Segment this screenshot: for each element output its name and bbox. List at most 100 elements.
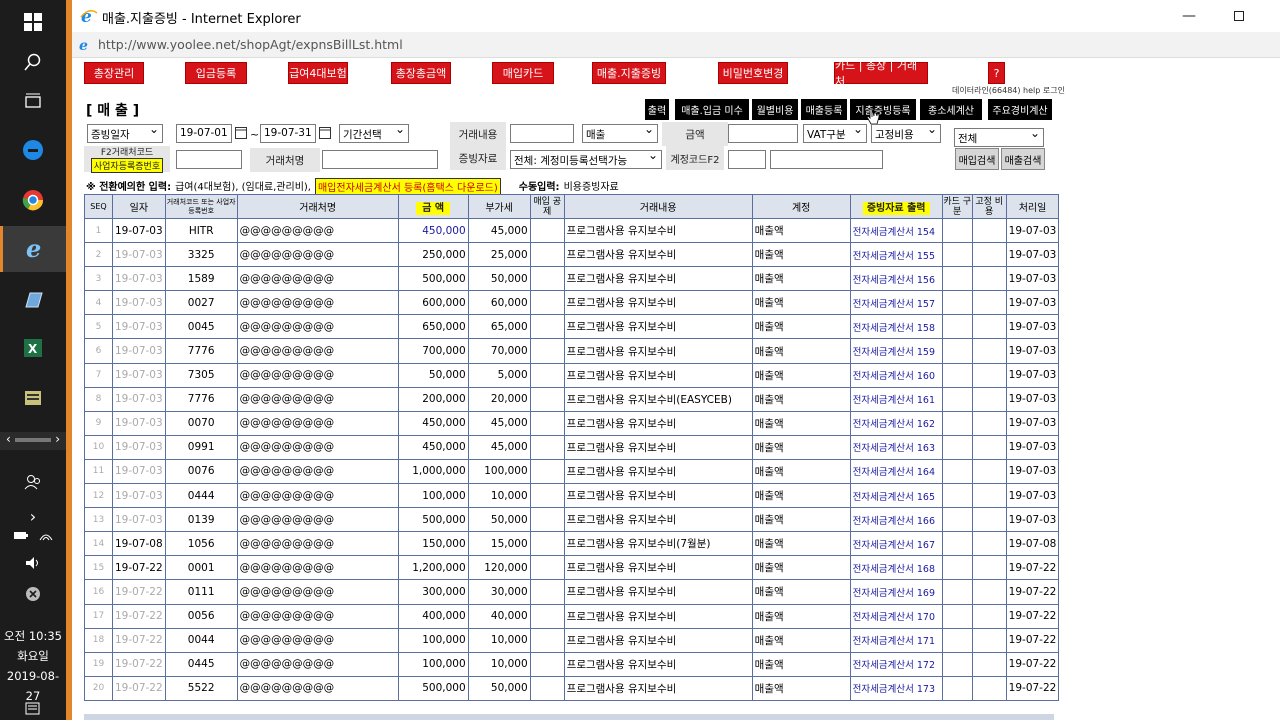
cell-evidence-link[interactable]: 전자세금계산서 169 xyxy=(849,579,943,605)
taskbar-chrome[interactable] xyxy=(0,178,66,222)
print-button[interactable]: 출력 xyxy=(645,99,669,120)
cell-evidence-link[interactable]: 전자세금계산서 158 xyxy=(849,314,943,340)
trade-content-input[interactable] xyxy=(510,124,574,143)
table-row[interactable]: 11 19-07-03 0076 @@@@@@@@@ 1,000,000 100,000 프… xyxy=(84,458,1060,485)
taskbar-app-other[interactable] xyxy=(0,376,66,420)
address-bar[interactable]: e http://www.yoolee.net/shopAgt/expnsBil… xyxy=(72,32,1280,58)
col-code[interactable]: 거래처코드 또는 사업자등록번호 xyxy=(164,194,238,219)
menu-deposit-register[interactable]: 입금등록 xyxy=(185,62,247,84)
cell-evidence-link[interactable]: 전자세금계산서 173 xyxy=(849,675,943,701)
col-card-type[interactable]: 카드 구분 xyxy=(941,194,973,219)
menu-store-admin[interactable]: 총장관리 xyxy=(84,62,144,84)
col-fixed-cost[interactable]: 고정 비용 xyxy=(971,194,1007,219)
table-row[interactable]: 17 19-07-22 0056 @@@@@@@@@ 400,000 40,000 프로그램… xyxy=(84,603,1060,629)
table-row[interactable]: 3 19-07-03 1589 @@@@@@@@@ 500,000 50,000 프로그램사… xyxy=(84,266,1060,292)
period-select[interactable]: 기간선택 xyxy=(339,124,409,143)
cell-evidence-link[interactable]: 전자세금계산서 154 xyxy=(849,217,943,244)
table-row[interactable]: 16 19-07-22 0111 @@@@@@@@@ 300,000 30,000 프로그램… xyxy=(84,579,1060,605)
menu-store-total[interactable]: 총장총금액 xyxy=(391,62,451,84)
menu-purchase-card[interactable]: 매입카드 xyxy=(492,62,554,84)
sales-search-button[interactable]: 매출검색 xyxy=(1001,148,1045,170)
cell-evidence-link[interactable]: 전자세금계산서 156 xyxy=(849,266,943,292)
scroll-left-icon[interactable]: ‹ xyxy=(6,432,11,450)
cell-evidence-link[interactable]: 전자세금계산서 170 xyxy=(849,603,943,629)
menu-payroll[interactable]: 급여4대보험 xyxy=(288,62,348,84)
table-row[interactable]: 18 19-07-22 0044 @@@@@@@@@ 100,000 10,000 프로그램… xyxy=(84,627,1060,653)
all-select[interactable]: 전체 xyxy=(954,128,1044,147)
expense-evidence-register-button[interactable]: 지출증빙등록 xyxy=(850,99,916,120)
table-row[interactable]: 19 19-07-22 0445 @@@@@@@@@ 100,000 10,000 프로그램… xyxy=(84,651,1060,677)
cell-evidence-link[interactable]: 전자세금계산서 172 xyxy=(849,651,943,677)
partner-code-input[interactable] xyxy=(176,150,242,169)
cell-evidence-link[interactable]: 전자세금계산서 162 xyxy=(849,410,943,436)
cell-evidence-link[interactable]: 전자세금계산서 165 xyxy=(849,483,943,509)
biz-number-label[interactable]: 사업자등록증번호 xyxy=(90,158,164,173)
table-row[interactable]: 4 19-07-03 0027 @@@@@@@@@ 600,000 60,000 프로그램사… xyxy=(84,290,1060,316)
cell-evidence-link[interactable]: 전자세금계산서 166 xyxy=(849,507,943,533)
maximize-button[interactable] xyxy=(1216,0,1262,32)
sales-type-select[interactable]: 매출 xyxy=(582,124,658,143)
receivable-button[interactable]: 매출.입금 미수 xyxy=(675,99,749,120)
action-center-button[interactable] xyxy=(0,698,66,720)
fixed-cost-select[interactable]: 고정비용 xyxy=(871,124,941,143)
date-from-input[interactable]: 19-07-01 xyxy=(176,124,232,143)
network-icon[interactable] xyxy=(38,528,54,542)
income-tax-calc-button[interactable]: 종소세계산 xyxy=(920,99,982,120)
table-row[interactable]: 12 19-07-03 0444 @@@@@@@@@ 100,000 10,000 프로그램… xyxy=(84,483,1060,509)
table-row[interactable]: 13 19-07-03 0139 @@@@@@@@@ 500,000 50,000 프로그램… xyxy=(84,507,1060,533)
notification-close-button[interactable] xyxy=(0,578,66,610)
table-row[interactable]: 20 19-07-22 5522 @@@@@@@@@ 500,000 50,000 프로그램… xyxy=(84,675,1060,701)
taskbar-edge[interactable] xyxy=(0,128,66,172)
cell-evidence-link[interactable]: 전자세금계산서 167 xyxy=(849,531,943,557)
title-bar[interactable]: e 매출.지출증빙 - Internet Explorer — xyxy=(72,0,1280,32)
login-info[interactable]: 데이터라인(66484) help 로그인 xyxy=(952,85,1065,96)
table-row[interactable]: 5 19-07-03 0045 @@@@@@@@@ 650,000 65,000 프로그램사… xyxy=(84,314,1060,340)
amount-input[interactable] xyxy=(728,124,798,143)
menu-card-store-partner[interactable]: 카드 | 총장 | 거래처 xyxy=(834,59,928,88)
monthly-cost-button[interactable]: 월별비용 xyxy=(752,99,798,120)
date-type-select[interactable]: 증빙일자 xyxy=(87,124,163,143)
taskbar-app-notes[interactable] xyxy=(0,278,66,322)
cell-evidence-link[interactable]: 전자세금계산서 160 xyxy=(849,362,943,388)
horizontal-scrollbar[interactable] xyxy=(84,714,1054,720)
taskbar-excel[interactable]: X xyxy=(0,326,66,370)
cell-evidence-link[interactable]: 전자세금계산서 164 xyxy=(849,458,943,485)
cell-evidence-link[interactable]: 전자세금계산서 163 xyxy=(849,434,943,460)
col-partner-name[interactable]: 거래처명 xyxy=(236,194,399,219)
partner-name-input[interactable] xyxy=(322,150,438,169)
table-row[interactable]: 10 19-07-03 0991 @@@@@@@@@ 450,000 45,000 프로그램… xyxy=(84,434,1060,460)
taskbar-scroll[interactable]: ‹ › xyxy=(0,432,66,450)
col-account[interactable]: 계정 xyxy=(751,194,851,219)
cell-evidence-link[interactable]: 전자세금계산서 161 xyxy=(849,386,943,412)
vat-type-select[interactable]: VAT구분 xyxy=(803,124,867,143)
cell-evidence-link[interactable]: 전자세금계산서 171 xyxy=(849,627,943,653)
cell-evidence-link[interactable]: 전자세금계산서 155 xyxy=(849,242,943,268)
account-code-input[interactable] xyxy=(728,150,766,169)
col-seq[interactable]: SEQ xyxy=(84,194,113,219)
account-name-input[interactable] xyxy=(770,150,883,169)
table-row[interactable]: 2 19-07-03 3325 @@@@@@@@@ 250,000 25,000 프로그램사… xyxy=(84,242,1060,268)
purchase-search-button[interactable]: 매입검색 xyxy=(955,148,999,170)
table-row[interactable]: 9 19-07-03 0070 @@@@@@@@@ 450,000 45,000 프로그램사… xyxy=(84,410,1060,436)
etax-download-link[interactable]: 매입전자세금계산서 등록(홈택스 다운로드) xyxy=(314,178,501,195)
evidence-select[interactable]: 전체: 계정미등록선택가능 xyxy=(510,150,662,169)
cell-evidence-link[interactable]: 전자세금계산서 168 xyxy=(849,555,943,581)
date-to-input[interactable]: 19-07-31 xyxy=(260,124,316,143)
col-vat[interactable]: 부가세 xyxy=(467,194,531,219)
table-row[interactable]: 8 19-07-03 7776 @@@@@@@@@ 200,000 20,000 프로그램사… xyxy=(84,386,1060,412)
taskbar-scroll-thumb[interactable] xyxy=(14,438,52,442)
volume-button[interactable] xyxy=(0,546,66,580)
table-row[interactable]: 7 19-07-03 7305 @@@@@@@@@ 50,000 5,000 프로그램사용 … xyxy=(84,362,1060,388)
major-expense-calc-button[interactable]: 주요경비계산 xyxy=(988,99,1052,120)
clock[interactable]: 오전 10:35 화요일 2019-08-27 xyxy=(0,626,66,706)
menu-change-password[interactable]: 비밀번호변경 xyxy=(718,62,788,84)
calendar-icon[interactable] xyxy=(235,126,247,139)
menu-sales-evidence[interactable]: 매출.지출증빙 xyxy=(592,62,666,84)
start-button[interactable] xyxy=(0,0,66,44)
col-processed-date[interactable]: 처리일 xyxy=(1005,194,1060,219)
sales-register-button[interactable]: 매출등록 xyxy=(801,99,847,120)
scroll-right-icon[interactable]: › xyxy=(55,432,60,450)
cell-evidence-link[interactable]: 전자세금계산서 157 xyxy=(849,290,943,316)
col-date[interactable]: 일자 xyxy=(112,194,166,219)
col-purchase-deduct[interactable]: 매입 공제 xyxy=(529,194,565,219)
